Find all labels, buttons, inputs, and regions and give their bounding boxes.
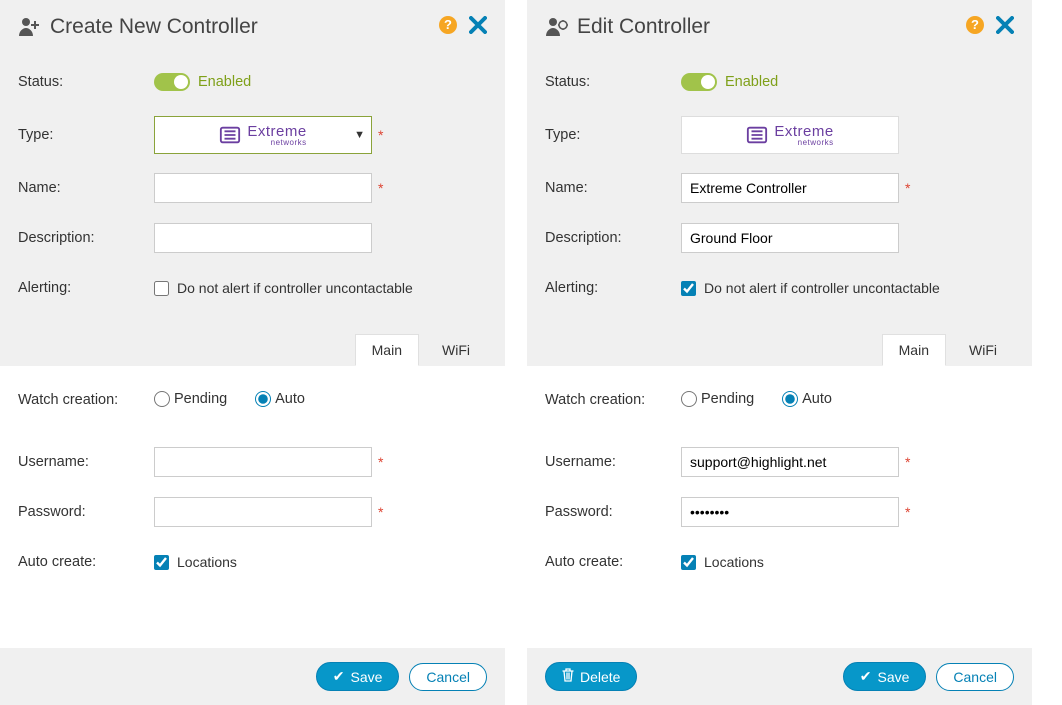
status-toggle[interactable] [154,73,190,91]
user-plus-icon [18,16,42,39]
alerting-checkbox-label: Do not alert if controller uncontactable [177,280,413,296]
type-logo-subtext: networks [247,139,306,147]
cancel-button-label: Cancel [953,669,997,685]
form-main-section: Watch creation: Pending Auto Username: [527,366,1032,648]
trash-icon [562,668,574,685]
tab-wifi[interactable]: WiFi [952,334,1014,366]
required-asterisk: * [905,454,910,470]
password-input[interactable] [681,497,899,527]
alerting-checkbox-label: Do not alert if controller uncontactable [704,280,940,296]
required-asterisk: * [905,504,910,520]
type-label: Type: [545,127,681,143]
status-label: Status: [18,74,154,90]
close-icon[interactable] [996,14,1014,40]
delete-button-label: Delete [580,669,620,685]
password-label: Password: [545,504,681,520]
required-asterisk: * [378,127,383,143]
delete-button[interactable]: Delete [545,662,637,691]
status-value: Enabled [725,74,778,90]
alerting-label: Alerting: [18,280,154,296]
cancel-button[interactable]: Cancel [409,663,487,691]
form-main-section: Watch creation: Pending Auto Username: [0,366,505,648]
password-label: Password: [18,504,154,520]
cancel-button[interactable]: Cancel [936,663,1014,691]
svg-text:?: ? [971,17,979,32]
description-label: Description: [18,230,154,246]
username-input[interactable] [154,447,372,477]
save-button[interactable]: ✔ Save [316,662,400,691]
panel-header: Edit Controller ? [527,0,1032,50]
required-asterisk: * [905,180,910,196]
alerting-label: Alerting: [545,280,681,296]
tabs: Main WiFi [527,334,1032,366]
username-input[interactable] [681,447,899,477]
autocreate-checkbox[interactable] [154,555,169,570]
tab-wifi[interactable]: WiFi [425,334,487,366]
radio-pending-label: Pending [701,391,754,407]
alerting-checkbox[interactable] [681,281,696,296]
status-value: Enabled [198,74,251,90]
name-input[interactable] [681,173,899,203]
edit-controller-panel: Edit Controller ? Status: Enabled Type: [527,0,1032,705]
radio-auto-label: Auto [802,391,832,407]
check-icon: ✔ [860,668,872,685]
save-button[interactable]: ✔ Save [843,662,927,691]
status-toggle[interactable] [681,73,717,91]
username-label: Username: [545,454,681,470]
panel-title: Edit Controller [577,15,966,39]
form-top-section: Status: Enabled Type: Extreme networks [0,50,505,330]
watch-creation-label: Watch creation: [545,392,681,408]
form-top-section: Status: Enabled Type: Extreme networks [527,50,1032,330]
help-icon[interactable]: ? [966,16,984,39]
panel-title: Create New Controller [50,15,439,39]
description-input[interactable] [681,223,899,253]
close-icon[interactable] [469,14,487,40]
name-label: Name: [545,180,681,196]
tabs: Main WiFi [0,334,505,366]
required-asterisk: * [378,180,383,196]
type-logo-subtext: networks [774,139,833,147]
save-button-label: Save [350,669,382,685]
extreme-logo: Extreme networks [746,124,833,147]
password-input[interactable] [154,497,372,527]
chevron-down-icon: ▼ [354,129,365,141]
radio-auto[interactable] [255,391,271,407]
help-icon[interactable]: ? [439,16,457,39]
autocreate-label: Auto create: [545,554,681,570]
create-controller-panel: Create New Controller ? Status: Enabled … [0,0,505,705]
save-button-label: Save [877,669,909,685]
svg-text:?: ? [444,17,452,32]
tab-main[interactable]: Main [355,334,419,366]
type-select[interactable]: Extreme networks ▼ [154,116,372,154]
status-label: Status: [545,74,681,90]
type-label: Type: [18,127,154,143]
alerting-checkbox[interactable] [154,281,169,296]
autocreate-label: Auto create: [18,554,154,570]
name-input[interactable] [154,173,372,203]
user-gear-icon [545,16,569,39]
check-icon: ✔ [333,668,345,685]
description-input[interactable] [154,223,372,253]
autocreate-checkbox-label: Locations [704,554,764,570]
watch-creation-label: Watch creation: [18,392,154,408]
panel-header: Create New Controller ? [0,0,505,50]
name-label: Name: [18,180,154,196]
extreme-logo: Extreme networks [219,124,306,147]
radio-auto-label: Auto [275,391,305,407]
description-label: Description: [545,230,681,246]
radio-pending[interactable] [154,391,170,407]
type-logo-text: Extreme [774,124,833,139]
autocreate-checkbox[interactable] [681,555,696,570]
radio-auto[interactable] [782,391,798,407]
radio-pending[interactable] [681,391,697,407]
cancel-button-label: Cancel [426,669,470,685]
required-asterisk: * [378,504,383,520]
autocreate-checkbox-label: Locations [177,554,237,570]
type-display: Extreme networks [681,116,899,154]
username-label: Username: [18,454,154,470]
type-logo-text: Extreme [247,124,306,139]
tab-main[interactable]: Main [882,334,946,366]
required-asterisk: * [378,454,383,470]
radio-pending-label: Pending [174,391,227,407]
